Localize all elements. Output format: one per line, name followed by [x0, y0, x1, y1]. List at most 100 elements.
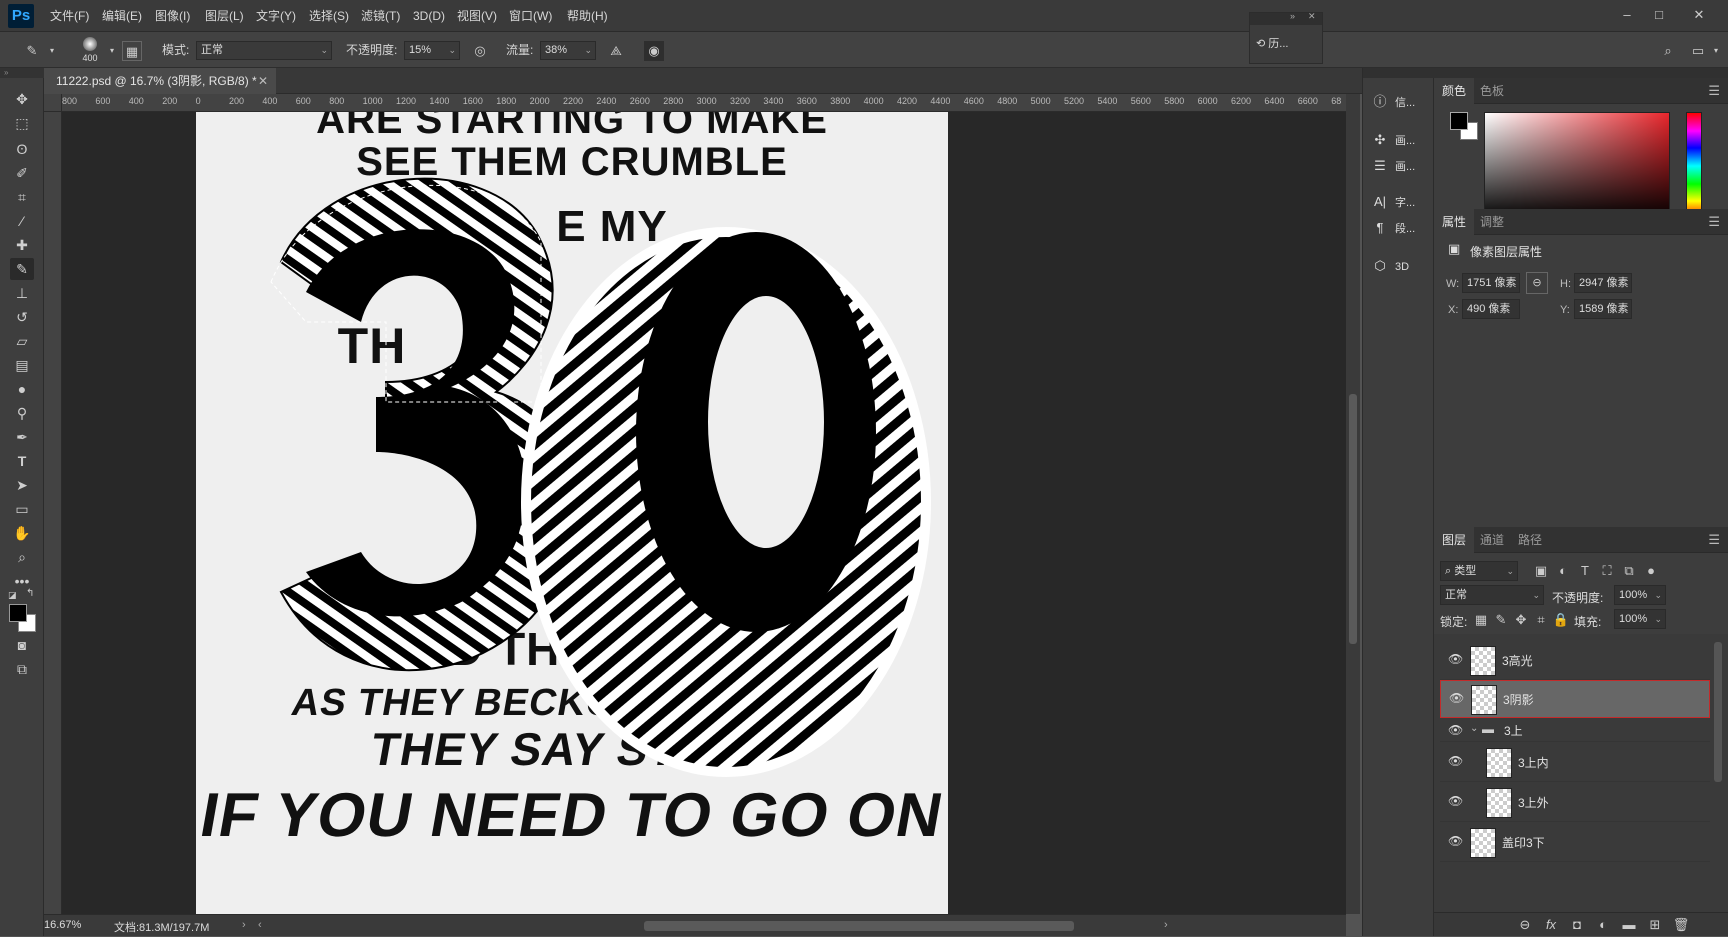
move-tool-icon[interactable]: ✥ [10, 88, 34, 110]
brush-presets-panel-button[interactable]: ☰ 画... [1371, 154, 1431, 178]
rectangle-tool-icon[interactable]: ▭ [10, 498, 34, 520]
paragraph-panel-button[interactable]: ¶ 段... [1371, 216, 1431, 240]
brush-settings-panel-button[interactable]: ✣ 画... [1371, 128, 1431, 152]
eye-icon[interactable]: 👁 [1448, 794, 1463, 808]
x-input[interactable]: 490 像素 [1462, 299, 1520, 319]
filter-pixel-icon[interactable]: ▣ [1530, 559, 1552, 583]
tab-color[interactable]: 颜色 [1434, 78, 1475, 104]
clone-stamp-tool-icon[interactable]: ⊥ [10, 282, 34, 304]
eye-icon[interactable]: 👁 [1448, 652, 1463, 666]
marquee-tool-icon[interactable]: ⬚ [10, 112, 34, 134]
vertical-scroll-thumb[interactable] [1349, 394, 1357, 644]
zoom-tool-icon[interactable]: ⌕ [10, 546, 34, 568]
maximize-button[interactable]: □ [1646, 4, 1672, 26]
delete-layer-icon[interactable]: 🗑 [1670, 913, 1692, 937]
fill-input[interactable]: 100% ⌄ [1614, 609, 1666, 629]
fx-icon[interactable]: fx [1540, 913, 1562, 937]
document-tab[interactable]: 11222.psd @ 16.7% (3阴影, RGB/8) * ✕ [44, 68, 276, 94]
panel-menu-icon[interactable]: ☰ [1708, 527, 1720, 553]
layer-row[interactable]: 👁 3高光 [1440, 642, 1710, 680]
adjustment-layer-icon[interactable]: ◐ [1592, 913, 1614, 937]
scroll-right-icon[interactable]: › [1164, 919, 1168, 931]
layer-row[interactable]: 👁 3上内 [1440, 744, 1710, 782]
chevron-down-icon[interactable]: ▾ [42, 41, 62, 61]
new-group-icon[interactable]: ▬ [1618, 913, 1640, 937]
tab-swatches[interactable]: 色板 [1472, 78, 1512, 104]
close-tab-icon[interactable]: ✕ [258, 68, 268, 94]
layer-filter-select[interactable]: ⌕ 类型 ⌄ [1440, 561, 1518, 581]
lock-position-icon[interactable]: ✥ [1510, 608, 1532, 632]
quick-mask-icon[interactable]: ◙ [10, 634, 34, 656]
brush-tool-preset-icon[interactable]: ✎ [22, 41, 42, 61]
menu-help[interactable]: 帮助(H) [567, 0, 608, 32]
tab-adjustments[interactable]: 调整 [1472, 209, 1512, 235]
menu-3d[interactable]: 3D(D) [413, 0, 445, 32]
eyedropper-tool-icon[interactable]: ⁄ [10, 210, 34, 232]
menu-edit[interactable]: 编辑(E) [102, 0, 142, 32]
menu-filter[interactable]: 滤镜(T) [361, 0, 400, 32]
filter-toggle-icon[interactable]: ● [1640, 559, 1662, 583]
lock-all-icon[interactable]: 🔒 [1550, 608, 1572, 632]
healing-brush-tool-icon[interactable]: ✚ [10, 234, 34, 256]
panels-header[interactable] [1434, 68, 1728, 78]
zoom-level[interactable]: 16.67% [44, 919, 81, 931]
foreground-color-swatch[interactable] [9, 604, 27, 622]
eraser-tool-icon[interactable]: ▱ [10, 330, 34, 352]
close-window-button[interactable]: ✕ [1686, 4, 1712, 26]
workspace-icon[interactable]: ▭ [1688, 41, 1708, 61]
eye-icon[interactable]: 👁 [1449, 691, 1464, 705]
blur-tool-icon[interactable]: ● [10, 378, 34, 400]
layer-row[interactable]: 👁 3上外 [1440, 784, 1710, 822]
filter-smart-object-icon[interactable]: ⧉ [1618, 559, 1640, 583]
hue-slider[interactable] [1686, 112, 1702, 220]
height-input[interactable]: 2947 像素 [1574, 273, 1632, 293]
lock-artboard-icon[interactable]: ⌗ [1530, 608, 1552, 632]
lock-image-icon[interactable]: ✎ [1490, 608, 1512, 632]
hand-tool-icon[interactable]: ✋ [10, 522, 34, 544]
info-panel-button[interactable]: ⓘ 信... [1371, 90, 1431, 114]
3d-panel-button[interactable]: ⬡ 3D [1371, 254, 1431, 278]
layer-row-selected[interactable]: 👁 3阴影 [1440, 680, 1710, 718]
horizontal-ruler[interactable]: 800 600 400 200 0 200 400 600 800 1000 1200 1400 160… [62, 94, 1346, 112]
dock-header[interactable] [1363, 68, 1435, 78]
blend-mode-select[interactable]: 正常 ⌄ [1440, 585, 1544, 605]
status-menu-icon[interactable]: › [242, 919, 246, 931]
brush-tool-icon[interactable]: ✎ [10, 258, 34, 280]
filter-adjustment-icon[interactable]: ◐ [1552, 559, 1574, 583]
link-layers-icon[interactable]: ⊖ [1514, 913, 1536, 937]
add-mask-icon[interactable]: ◘ [1566, 913, 1588, 937]
chevron-down-icon[interactable]: ▾ [102, 41, 122, 61]
chevron-down-icon[interactable]: ⌄ [1470, 723, 1478, 734]
menu-window[interactable]: 窗口(W) [509, 0, 552, 32]
link-dimensions-icon[interactable]: ⊖ [1526, 272, 1548, 294]
width-input[interactable]: 1751 像素 [1462, 273, 1520, 293]
close-icon[interactable]: ✕ [1308, 11, 1316, 22]
quick-select-tool-icon[interactable]: ✐ [10, 162, 34, 184]
brush-panel-toggle-icon[interactable]: ▦ [122, 41, 142, 61]
layer-group-row[interactable]: 👁 ⌄ ▬ 3上 [1440, 720, 1710, 742]
tab-paths[interactable]: 路径 [1510, 527, 1550, 553]
tab-layers[interactable]: 图层 [1434, 527, 1475, 553]
color-picker-field[interactable] [1484, 112, 1670, 220]
search-icon[interactable]: ⌕ [1658, 41, 1678, 61]
layer-row[interactable]: 👁 盖印3下 [1440, 824, 1710, 862]
vertical-scrollbar[interactable] [1346, 94, 1360, 914]
menu-image[interactable]: 图像(I) [155, 0, 190, 32]
canvas-area[interactable]: ARE STARTING TO MAKE SEE THEM CRUMBLE E MY… [62, 112, 1346, 914]
scroll-left-icon[interactable]: ‹ [258, 919, 262, 931]
color-fg-swatch[interactable] [1450, 112, 1468, 130]
collapse-icon[interactable]: » [1290, 11, 1295, 21]
gradient-tool-icon[interactable]: ▤ [10, 354, 34, 376]
pen-tool-icon[interactable]: ✒ [10, 426, 34, 448]
document-canvas[interactable]: ARE STARTING TO MAKE SEE THEM CRUMBLE E MY… [196, 112, 948, 914]
filter-type-icon[interactable]: T [1574, 559, 1596, 583]
eye-icon[interactable]: 👁 [1448, 834, 1463, 848]
flow-input[interactable]: 38% ⌄ [540, 41, 596, 60]
tab-channels[interactable]: 通道 [1472, 527, 1512, 553]
tab-properties[interactable]: 属性 [1434, 209, 1475, 235]
panel-menu-icon[interactable]: ☰ [1708, 78, 1720, 104]
swap-colors-icon[interactable]: ↰ [26, 588, 34, 599]
pressure-opacity-icon[interactable]: ◎ [470, 41, 490, 61]
toolbar-header[interactable]: » [0, 68, 44, 78]
filter-shape-icon[interactable]: ⛶ [1596, 559, 1618, 583]
